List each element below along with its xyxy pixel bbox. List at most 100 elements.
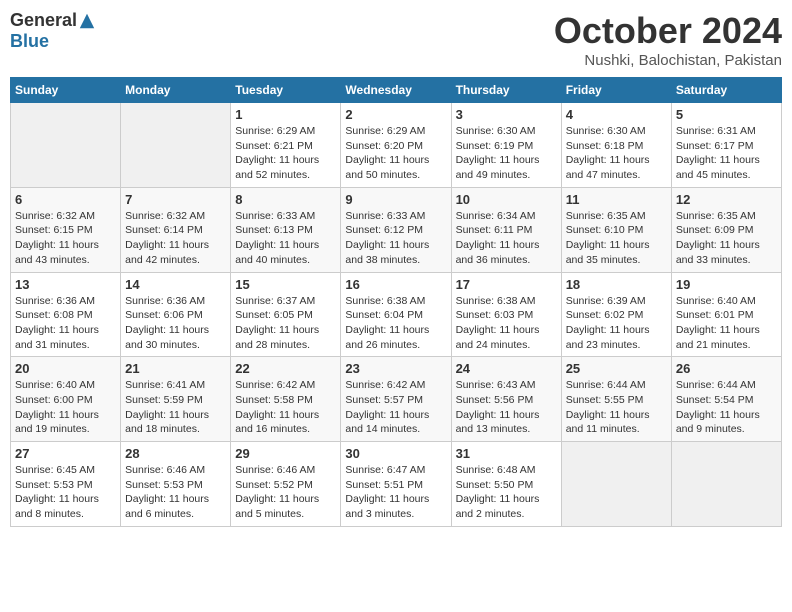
calendar-cell: 1 Sunrise: 6:29 AM Sunset: 6:21 PM Daylig… (231, 103, 341, 188)
day-info: Sunrise: 6:30 AM Sunset: 6:18 PM Dayligh… (566, 124, 667, 183)
day-number: 30 (345, 446, 446, 461)
day-info: Sunrise: 6:42 AM Sunset: 5:58 PM Dayligh… (235, 378, 336, 437)
calendar-week-5: 27 Sunrise: 6:45 AM Sunset: 5:53 PM Dayli… (11, 442, 782, 527)
day-info: Sunrise: 6:42 AM Sunset: 5:57 PM Dayligh… (345, 378, 446, 437)
day-info: Sunrise: 6:40 AM Sunset: 6:00 PM Dayligh… (15, 378, 116, 437)
calendar-cell (11, 103, 121, 188)
calendar-week-2: 6Sunrise: 6:32 AM Sunset: 6:15 PM Daylig… (11, 187, 782, 272)
calendar-cell: 11 Sunrise: 6:35 AM Sunset: 6:10 PM Dayli… (561, 187, 671, 272)
calendar-cell (561, 442, 671, 527)
day-number: 27 (15, 446, 116, 461)
day-number: 1 (235, 107, 336, 122)
day-number: 17 (456, 277, 557, 292)
day-number: 8 (235, 192, 336, 207)
day-info: Sunrise: 6:48 AM Sunset: 5:50 PM Dayligh… (456, 463, 557, 522)
calendar-cell: 7 Sunrise: 6:32 AM Sunset: 6:14 PM Daylig… (121, 187, 231, 272)
day-number: 26 (676, 361, 777, 376)
calendar-cell: 10 Sunrise: 6:34 AM Sunset: 6:11 PM Dayli… (451, 187, 561, 272)
calendar-cell: 26 Sunrise: 6:44 AM Sunset: 5:54 PM Dayli… (671, 357, 781, 442)
day-info: Sunrise: 6:46 AM Sunset: 5:52 PM Dayligh… (235, 463, 336, 522)
day-number: 28 (125, 446, 226, 461)
day-number: 20 (15, 361, 116, 376)
day-info: Sunrise: 6:44 AM Sunset: 5:55 PM Dayligh… (566, 378, 667, 437)
day-info: Sunrise: 6:36 AM Sunset: 6:08 PM Dayligh… (15, 294, 116, 353)
calendar-week-1: 1 Sunrise: 6:29 AM Sunset: 6:21 PM Daylig… (11, 103, 782, 188)
day-number: 19 (676, 277, 777, 292)
day-info: Sunrise: 6:39 AM Sunset: 6:02 PM Dayligh… (566, 294, 667, 353)
calendar-cell: 25 Sunrise: 6:44 AM Sunset: 5:55 PM Dayli… (561, 357, 671, 442)
day-number: 13 (15, 277, 116, 292)
calendar-cell: 17Sunrise: 6:38 AM Sunset: 6:03 PM Dayli… (451, 272, 561, 357)
day-info: Sunrise: 6:32 AM Sunset: 6:14 PM Dayligh… (125, 209, 226, 268)
calendar-week-3: 13 Sunrise: 6:36 AM Sunset: 6:08 PM Dayli… (11, 272, 782, 357)
calendar-cell: 27 Sunrise: 6:45 AM Sunset: 5:53 PM Dayli… (11, 442, 121, 527)
day-number: 16 (345, 277, 446, 292)
calendar-cell: 21 Sunrise: 6:41 AM Sunset: 5:59 PM Dayli… (121, 357, 231, 442)
day-number: 2 (345, 107, 446, 122)
calendar-table: SundayMondayTuesdayWednesdayThursdayFrid… (10, 77, 782, 527)
calendar-cell: 6Sunrise: 6:32 AM Sunset: 6:15 PM Daylig… (11, 187, 121, 272)
calendar-cell: 29 Sunrise: 6:46 AM Sunset: 5:52 PM Dayli… (231, 442, 341, 527)
calendar-cell: 19Sunrise: 6:40 AM Sunset: 6:01 PM Dayli… (671, 272, 781, 357)
calendar-week-4: 20 Sunrise: 6:40 AM Sunset: 6:00 PM Dayli… (11, 357, 782, 442)
day-number: 11 (566, 192, 667, 207)
day-number: 22 (235, 361, 336, 376)
calendar-cell: 8Sunrise: 6:33 AM Sunset: 6:13 PM Daylig… (231, 187, 341, 272)
day-number: 4 (566, 107, 667, 122)
day-number: 29 (235, 446, 336, 461)
calendar-cell: 28 Sunrise: 6:46 AM Sunset: 5:53 PM Dayli… (121, 442, 231, 527)
day-number: 10 (456, 192, 557, 207)
logo: General Blue (10, 10, 96, 52)
calendar-cell: 22 Sunrise: 6:42 AM Sunset: 5:58 PM Dayli… (231, 357, 341, 442)
calendar-cell: 20 Sunrise: 6:40 AM Sunset: 6:00 PM Dayli… (11, 357, 121, 442)
day-info: Sunrise: 6:47 AM Sunset: 5:51 PM Dayligh… (345, 463, 446, 522)
day-info: Sunrise: 6:41 AM Sunset: 5:59 PM Dayligh… (125, 378, 226, 437)
header-wednesday: Wednesday (341, 78, 451, 103)
day-info: Sunrise: 6:30 AM Sunset: 6:19 PM Dayligh… (456, 124, 557, 183)
calendar-header-row: SundayMondayTuesdayWednesdayThursdayFrid… (11, 78, 782, 103)
day-info: Sunrise: 6:29 AM Sunset: 6:20 PM Dayligh… (345, 124, 446, 183)
day-number: 7 (125, 192, 226, 207)
day-info: Sunrise: 6:36 AM Sunset: 6:06 PM Dayligh… (125, 294, 226, 353)
day-number: 15 (235, 277, 336, 292)
calendar-cell: 14 Sunrise: 6:36 AM Sunset: 6:06 PM Dayli… (121, 272, 231, 357)
calendar-cell: 12Sunrise: 6:35 AM Sunset: 6:09 PM Dayli… (671, 187, 781, 272)
location: Nushki, Balochistan, Pakistan (554, 52, 782, 69)
day-info: Sunrise: 6:34 AM Sunset: 6:11 PM Dayligh… (456, 209, 557, 268)
day-info: Sunrise: 6:35 AM Sunset: 6:10 PM Dayligh… (566, 209, 667, 268)
day-info: Sunrise: 6:46 AM Sunset: 5:53 PM Dayligh… (125, 463, 226, 522)
day-number: 3 (456, 107, 557, 122)
day-number: 6 (15, 192, 116, 207)
calendar-cell: 5 Sunrise: 6:31 AM Sunset: 6:17 PM Daylig… (671, 103, 781, 188)
page-header: General Blue October 2024 Nushki, Baloch… (10, 10, 782, 69)
day-info: Sunrise: 6:33 AM Sunset: 6:12 PM Dayligh… (345, 209, 446, 268)
calendar-cell: 24 Sunrise: 6:43 AM Sunset: 5:56 PM Dayli… (451, 357, 561, 442)
day-info: Sunrise: 6:44 AM Sunset: 5:54 PM Dayligh… (676, 378, 777, 437)
logo-general: General (10, 10, 77, 31)
day-number: 31 (456, 446, 557, 461)
header-friday: Friday (561, 78, 671, 103)
day-info: Sunrise: 6:45 AM Sunset: 5:53 PM Dayligh… (15, 463, 116, 522)
day-number: 12 (676, 192, 777, 207)
day-number: 14 (125, 277, 226, 292)
calendar-cell: 13 Sunrise: 6:36 AM Sunset: 6:08 PM Dayli… (11, 272, 121, 357)
day-info: Sunrise: 6:38 AM Sunset: 6:04 PM Dayligh… (345, 294, 446, 353)
day-number: 24 (456, 361, 557, 376)
header-thursday: Thursday (451, 78, 561, 103)
day-number: 21 (125, 361, 226, 376)
calendar-cell: 30 Sunrise: 6:47 AM Sunset: 5:51 PM Dayli… (341, 442, 451, 527)
calendar-cell: 4 Sunrise: 6:30 AM Sunset: 6:18 PM Daylig… (561, 103, 671, 188)
day-number: 5 (676, 107, 777, 122)
day-number: 25 (566, 361, 667, 376)
day-info: Sunrise: 6:43 AM Sunset: 5:56 PM Dayligh… (456, 378, 557, 437)
title-block: October 2024 Nushki, Balochistan, Pakist… (554, 10, 782, 69)
day-info: Sunrise: 6:29 AM Sunset: 6:21 PM Dayligh… (235, 124, 336, 183)
calendar-cell: 31 Sunrise: 6:48 AM Sunset: 5:50 PM Dayli… (451, 442, 561, 527)
header-monday: Monday (121, 78, 231, 103)
calendar-cell: 2 Sunrise: 6:29 AM Sunset: 6:20 PM Daylig… (341, 103, 451, 188)
calendar-cell: 3 Sunrise: 6:30 AM Sunset: 6:19 PM Daylig… (451, 103, 561, 188)
calendar-cell (671, 442, 781, 527)
header-saturday: Saturday (671, 78, 781, 103)
calendar-cell: 9Sunrise: 6:33 AM Sunset: 6:12 PM Daylig… (341, 187, 451, 272)
day-info: Sunrise: 6:31 AM Sunset: 6:17 PM Dayligh… (676, 124, 777, 183)
